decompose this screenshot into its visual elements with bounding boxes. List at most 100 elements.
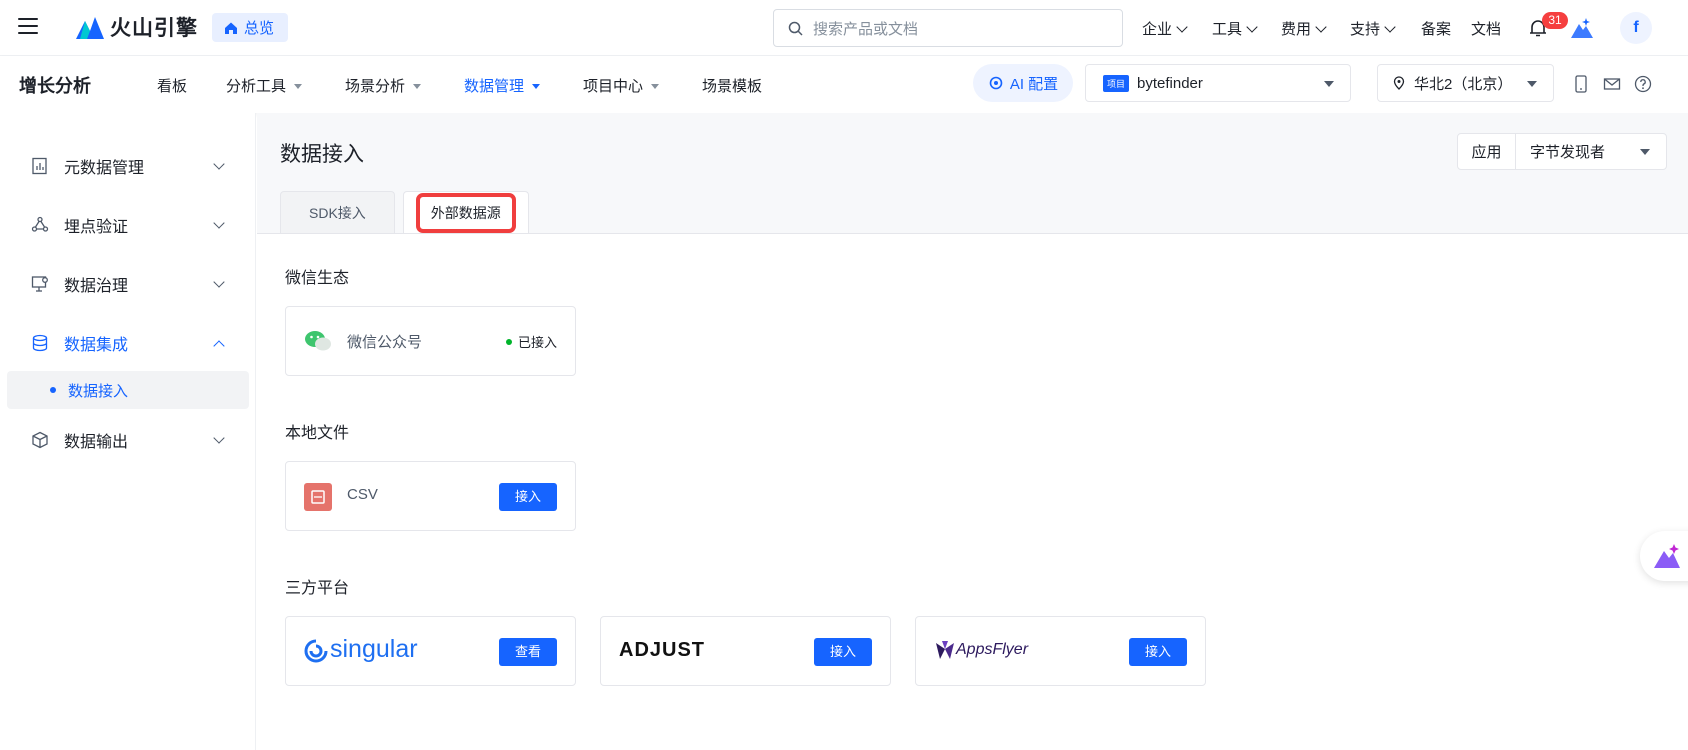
card-name: CSV: [347, 486, 378, 503]
topnav-docs[interactable]: 文档: [1471, 18, 1501, 39]
caret-down-icon: [1640, 149, 1650, 155]
sidebar-item-data-output[interactable]: 数据输出: [0, 420, 256, 460]
connect-button[interactable]: 接入: [499, 483, 557, 511]
top-bar: 火山引擎 总览 搜索产品或文档 企业 工具 费用 支持 备案 文档 31 f: [0, 0, 1688, 56]
status-text: 已接入: [517, 335, 557, 350]
region-select[interactable]: 华北2（北京）: [1377, 64, 1554, 102]
sidebar-item-metadata[interactable]: 元数据管理: [0, 146, 256, 186]
nav-label: 场景模板: [702, 78, 763, 95]
sidebar-label: 数据输出: [64, 434, 129, 451]
assistant-float-button[interactable]: [1640, 531, 1688, 581]
nav-project-center[interactable]: 项目中心: [583, 75, 660, 96]
nav-label: 数据管理: [464, 78, 525, 95]
nav-data-management[interactable]: 数据管理: [464, 75, 541, 96]
singular-logo: singular: [330, 635, 418, 663]
page-title: 数据接入: [280, 143, 364, 166]
topnav-enterprise[interactable]: 企业: [1142, 18, 1188, 39]
topnav-support[interactable]: 支持: [1350, 18, 1396, 39]
sidebar-label: 数据治理: [64, 278, 129, 295]
tab-bar: SDK接入 外部数据源: [280, 191, 529, 233]
overview-button[interactable]: 总览: [212, 13, 289, 42]
topnav-label: 工具: [1212, 21, 1243, 38]
monitor-gear-icon: [31, 276, 48, 292]
tab-panel: 微信生态 微信公众号 已接入 本地文件 CSV 接入 三方平台 singular…: [257, 233, 1688, 750]
ai-config-label: AI 配置: [1009, 75, 1059, 93]
nav-dashboard[interactable]: 看板: [157, 75, 187, 96]
location-icon: [1393, 76, 1405, 90]
mountain-icon[interactable]: [1570, 17, 1594, 39]
chevron-up-icon: [213, 340, 225, 352]
topnav-tools[interactable]: 工具: [1212, 18, 1258, 39]
chevron-down-icon: [1176, 20, 1188, 33]
sidebar-subitem-data-ingest[interactable]: 数据接入: [7, 371, 249, 409]
card-wechat-official[interactable]: 微信公众号 已接入: [285, 306, 576, 376]
ai-config-button[interactable]: AI 配置: [973, 64, 1073, 102]
wechat-icon: [305, 331, 331, 351]
nav-scenario-analysis[interactable]: 场景分析: [345, 75, 422, 96]
topnav-label: 备案: [1421, 21, 1452, 38]
sidebar: 元数据管理 埋点验证 数据治理 数据集成 数据接入 数据输出: [0, 113, 256, 750]
project-select[interactable]: 项目 bytefinder: [1085, 64, 1351, 102]
volcano-logo-icon: [76, 17, 104, 39]
card-appsflyer[interactable]: AppsFlyer 接入: [915, 616, 1206, 686]
sidebar-sub-label: 数据接入: [68, 382, 129, 400]
main-content: 数据接入 应用 字节发现者 SDK接入 外部数据源 微信生态 微信公众号 已接入…: [257, 113, 1688, 750]
chevron-down-icon: [213, 276, 225, 288]
chevron-down-icon: [1246, 20, 1258, 33]
status-badge: 已接入: [505, 332, 557, 351]
help-icon[interactable]: [1634, 75, 1652, 93]
nav-label: 看板: [157, 78, 188, 95]
mobile-icon[interactable]: [1572, 75, 1590, 93]
chart-doc-icon: [32, 157, 47, 175]
app-select-value: 字节发现者: [1530, 144, 1606, 161]
caret-down-icon: [532, 84, 541, 89]
mail-icon[interactable]: [1603, 75, 1621, 93]
sidebar-item-tracking-verify[interactable]: 埋点验证: [0, 205, 256, 245]
card-csv[interactable]: CSV 接入: [285, 461, 576, 531]
search-icon: [788, 21, 803, 36]
brand-logo[interactable]: 火山引擎: [76, 12, 198, 42]
topnav-billing[interactable]: 费用: [1281, 18, 1327, 39]
connect-button[interactable]: 接入: [814, 638, 872, 666]
topnav-label: 费用: [1281, 21, 1312, 38]
active-dot: [50, 387, 56, 393]
avatar[interactable]: f: [1620, 12, 1652, 44]
adjust-logo: ADJUST: [619, 639, 706, 661]
caret-down-icon: [651, 84, 660, 89]
tab-external-source[interactable]: 外部数据源: [402, 191, 529, 233]
caret-down-icon: [294, 84, 303, 89]
nav-label: 场景分析: [345, 78, 406, 95]
chevron-down-icon: [1384, 20, 1396, 33]
nav-label: 分析工具: [226, 78, 287, 95]
caret-down-icon: [1527, 81, 1537, 87]
chevron-down-icon: [1315, 20, 1327, 33]
project-name: bytefinder: [1137, 74, 1203, 92]
singular-logo-icon: [304, 639, 328, 663]
app-select[interactable]: 应用 字节发现者: [1457, 133, 1667, 170]
card-adjust[interactable]: ADJUST 接入: [600, 616, 891, 686]
nav-label: 项目中心: [583, 78, 644, 95]
section-title-local: 本地文件: [285, 425, 350, 442]
nav-analysis-tools[interactable]: 分析工具: [226, 75, 303, 96]
product-name: 增长分析: [19, 76, 91, 96]
nav-scenario-templates[interactable]: 场景模板: [702, 75, 762, 96]
chevron-down-icon: [213, 158, 225, 170]
appsflyer-logo-icon: [936, 641, 954, 659]
topnav-label: 文档: [1471, 21, 1502, 38]
tab-sdk[interactable]: SDK接入: [280, 191, 395, 233]
topnav-filing[interactable]: 备案: [1421, 18, 1451, 39]
card-singular[interactable]: singular 查看: [285, 616, 576, 686]
sidebar-item-data-governance[interactable]: 数据治理: [0, 264, 256, 304]
card-name: 微信公众号: [347, 334, 423, 351]
menu-icon[interactable]: [18, 18, 38, 36]
sidebar-item-data-integration[interactable]: 数据集成: [0, 323, 256, 363]
product-bar: 增长分析 看板 分析工具 场景分析 数据管理 项目中心 场景模板 AI 配置 项…: [0, 56, 1688, 113]
search-input[interactable]: 搜索产品或文档: [773, 9, 1123, 47]
connect-button[interactable]: 接入: [1129, 638, 1187, 666]
csv-file-icon: [304, 483, 332, 511]
database-icon: [32, 334, 48, 352]
chevron-down-icon: [213, 432, 225, 444]
overview-label: 总览: [244, 20, 275, 37]
view-button[interactable]: 查看: [499, 638, 557, 666]
cube-icon: [32, 431, 48, 449]
